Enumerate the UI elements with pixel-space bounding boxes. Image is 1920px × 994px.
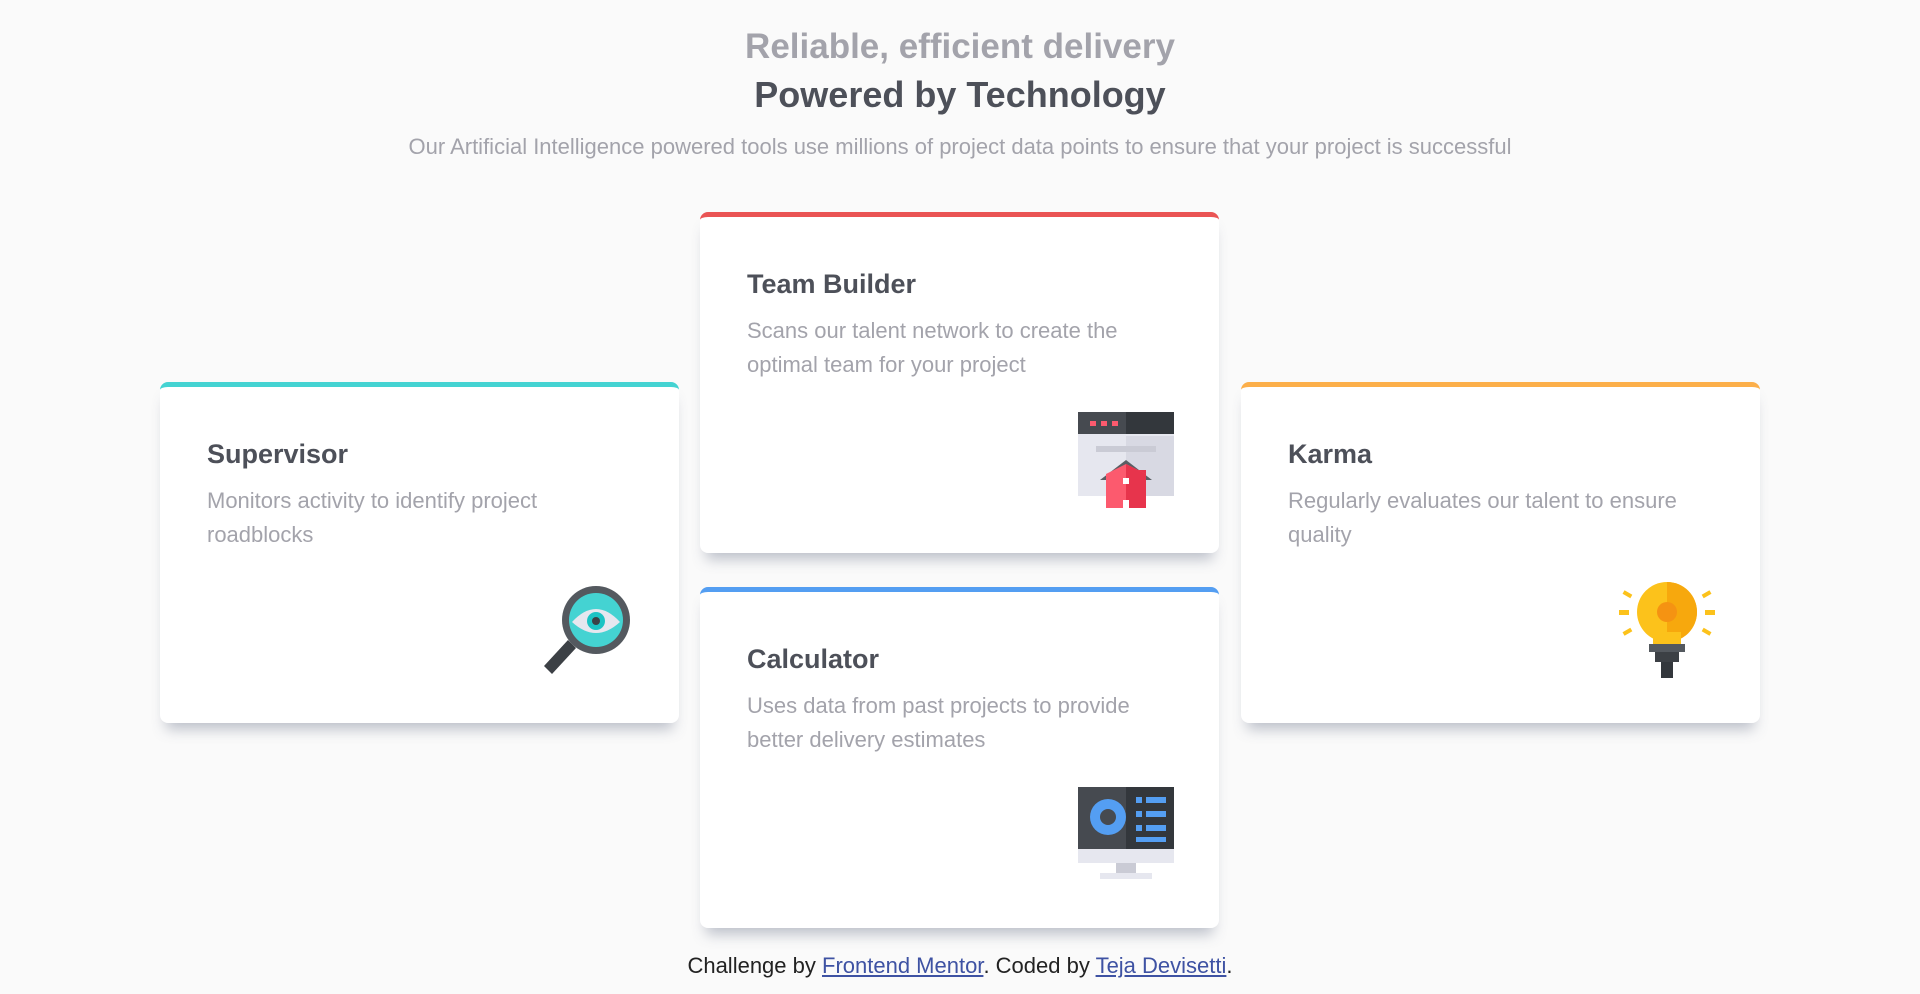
card-karma: Karma Regularly evaluates our talent to … (1241, 382, 1760, 723)
card-supervisor: Supervisor Monitors activity to identify… (160, 382, 679, 723)
footer-text: . (1226, 953, 1233, 978)
footer-text: . Coded by (983, 953, 1096, 978)
card-title: Calculator (747, 644, 880, 674)
card-title: Karma (1288, 439, 1373, 469)
card-description: Regularly evaluates our talent to ensure… (1288, 488, 1677, 547)
card-description: Uses data from past projects to provide … (747, 693, 1130, 752)
card-title: Team Builder (747, 269, 917, 299)
page-title: Powered by Technology (754, 74, 1166, 115)
author-link[interactable]: Teja Devisetti (1096, 953, 1227, 978)
browser-house-icon (1078, 412, 1174, 508)
card-description: Scans our talent network to create the o… (747, 318, 1118, 377)
monitor-icon (1078, 787, 1174, 879)
header: Reliable, efficient delivery Powered by … (0, 24, 1920, 160)
card-team-builder: Team Builder Scans our talent network to… (700, 212, 1219, 553)
card-description: Monitors activity to identify project ro… (207, 488, 538, 547)
card-calculator: Calculator Uses data from past projects … (700, 587, 1219, 928)
footer-attribution: Challenge by Frontend Mentor. Coded by T… (0, 953, 1920, 979)
frontend-mentor-link[interactable]: Frontend Mentor (822, 953, 983, 978)
lightbulb-icon (1619, 582, 1715, 678)
magnifier-eye-icon (544, 586, 630, 674)
eyebrow: Reliable, efficient delivery (745, 27, 1175, 66)
footer-text: Challenge by (687, 953, 822, 978)
subtitle: Our Artificial Intelligence powered tool… (408, 134, 1512, 159)
card-title: Supervisor (207, 439, 349, 469)
